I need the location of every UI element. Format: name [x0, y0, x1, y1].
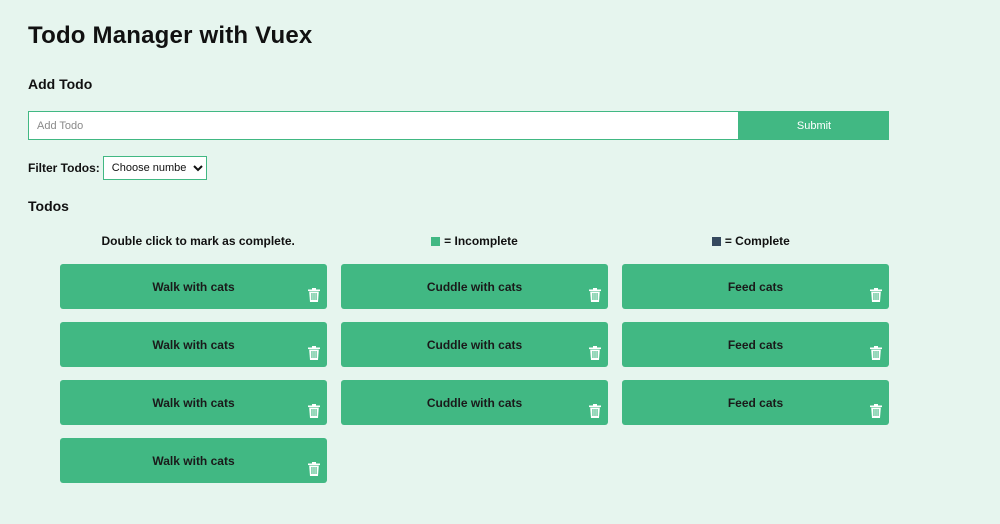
filter-label: Filter Todos: — [28, 161, 100, 175]
todo-title: Cuddle with cats — [426, 337, 523, 352]
trash-icon[interactable] — [870, 346, 882, 360]
complete-swatch — [711, 236, 721, 246]
trash-icon[interactable] — [308, 346, 320, 360]
page-title: Todo Manager with Vuex — [28, 22, 313, 49]
add-todo-form: Submit — [28, 111, 889, 140]
todo-item[interactable]: Walk with cats — [60, 264, 327, 309]
legend-complete: = Complete — [613, 234, 889, 248]
add-todo-heading: Add Todo — [28, 76, 93, 92]
todo-item[interactable]: Feed cats — [622, 264, 889, 309]
todo-list: Walk with cats Cuddle with cats Feed cats W… — [60, 264, 889, 483]
todo-item[interactable]: Feed cats — [622, 322, 889, 367]
submit-button[interactable]: Submit — [739, 111, 889, 140]
todos-heading: Todos — [28, 198, 69, 214]
trash-icon[interactable] — [589, 288, 601, 302]
legend-hint: Double click to mark as complete. — [60, 234, 336, 248]
todo-item[interactable]: Cuddle with cats — [341, 264, 608, 309]
trash-icon[interactable] — [589, 346, 601, 360]
filter-select[interactable]: Choose number — [102, 156, 207, 180]
todo-item[interactable]: Cuddle with cats — [341, 380, 608, 425]
todo-title: Walk with cats — [152, 279, 235, 294]
add-todo-input[interactable] — [28, 111, 739, 140]
hint-text: Double click to mark as complete. — [101, 234, 295, 248]
todo-item[interactable]: Walk with cats — [60, 322, 327, 367]
incomplete-label: = Incomplete — [444, 234, 518, 248]
trash-icon[interactable] — [308, 404, 320, 418]
todo-item[interactable]: Walk with cats — [60, 380, 327, 425]
trash-icon[interactable] — [308, 462, 320, 476]
trash-icon[interactable] — [870, 288, 882, 302]
todo-title: Walk with cats — [152, 337, 235, 352]
legend-incomplete: = Incomplete — [336, 234, 612, 248]
trash-icon[interactable] — [308, 288, 320, 302]
trash-icon[interactable] — [870, 404, 882, 418]
complete-label: = Complete — [724, 234, 790, 248]
todo-title: Walk with cats — [152, 453, 235, 468]
trash-icon[interactable] — [589, 404, 601, 418]
todo-title: Feed cats — [727, 279, 784, 294]
todo-title: Walk with cats — [152, 395, 235, 410]
todo-item[interactable]: Walk with cats — [60, 438, 327, 483]
todo-item[interactable]: Cuddle with cats — [341, 322, 608, 367]
incomplete-swatch — [431, 236, 441, 246]
todo-title: Feed cats — [727, 395, 784, 410]
todo-title: Feed cats — [727, 337, 784, 352]
todo-item[interactable]: Feed cats — [622, 380, 889, 425]
filter-row: Filter Todos: Choose number — [28, 156, 207, 180]
todo-title: Cuddle with cats — [426, 395, 523, 410]
todo-title: Cuddle with cats — [426, 279, 523, 294]
legend: Double click to mark as complete. = Inco… — [60, 234, 889, 248]
